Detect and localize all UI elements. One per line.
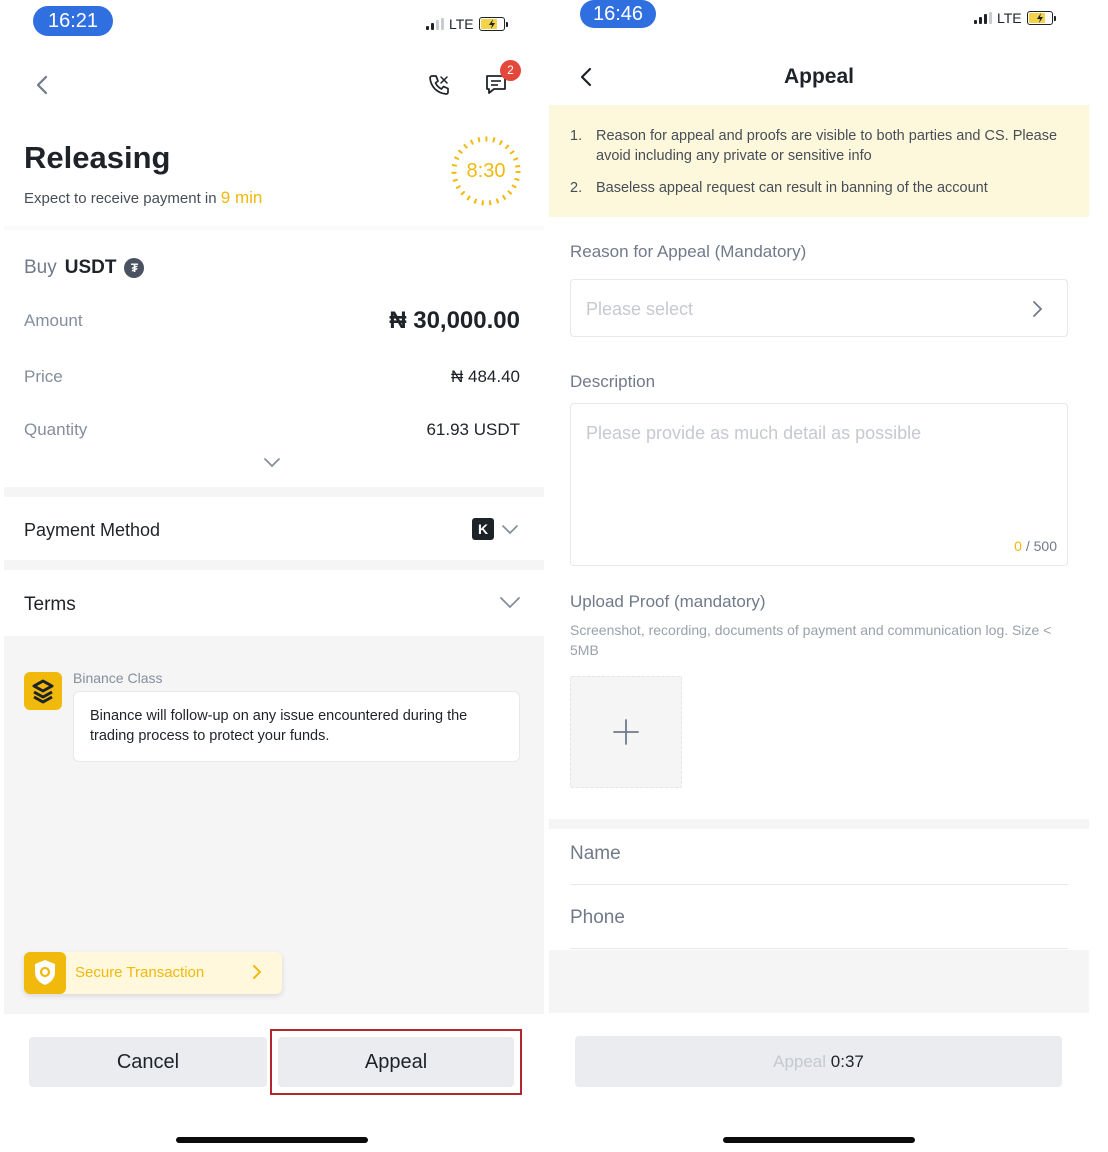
status-time: 16:21	[33, 6, 113, 36]
expand-chevron-icon[interactable]	[262, 452, 282, 472]
upload-label: Upload Proof (mandatory)	[570, 592, 766, 611]
expect-minutes: 9 min	[220, 188, 263, 207]
notice-number-2: 2.	[570, 180, 583, 196]
status-indicators: LTE	[974, 10, 1056, 26]
binance-class-label: Binance Class	[73, 670, 163, 686]
amount-label: Amount	[24, 311, 83, 330]
back-chevron-icon[interactable]	[30, 72, 56, 98]
amount-value: ₦ 30,000.00	[389, 307, 520, 334]
notice-text-1: Reason for appeal and proofs are visible…	[596, 128, 1058, 164]
binance-class-icon	[24, 672, 62, 710]
home-indicator	[723, 1137, 915, 1143]
page-title: Releasing	[24, 140, 171, 175]
divider	[549, 819, 1089, 829]
status-time: 16:46	[580, 0, 656, 28]
name-label: Name	[570, 843, 621, 864]
buy-heading: Buy USDT ₮	[24, 257, 145, 279]
highlight-annotation	[270, 1029, 522, 1095]
appeal-screen: 16:46 LTE Appeal 1. Reason for appeal an…	[549, 0, 1089, 1152]
submit-label: Appeal	[773, 1052, 827, 1071]
divider	[4, 560, 544, 570]
releasing-screen: 16:21 LTE 2 Releasing Expect to receive …	[4, 0, 544, 1152]
upload-hint: Screenshot, recording, documents of paym…	[570, 622, 1052, 658]
network-label: LTE	[997, 10, 1022, 26]
buy-label: Buy	[24, 257, 57, 278]
signal-icon	[426, 18, 444, 30]
notice-number-1: 1.	[570, 128, 583, 144]
secure-shield-icon	[24, 952, 66, 994]
terms-chevron-icon[interactable]	[498, 590, 522, 614]
status-indicators: LTE	[426, 16, 508, 32]
submit-appeal-button[interactable]: Appeal 0:37	[575, 1036, 1062, 1087]
home-indicator	[176, 1137, 368, 1143]
cancel-button[interactable]: Cancel	[29, 1037, 267, 1087]
submit-countdown: 0:37	[830, 1052, 864, 1071]
counter-max: / 500	[1025, 538, 1057, 554]
phone-field[interactable]: Phone	[570, 893, 1068, 949]
bottom-band	[549, 950, 1089, 1013]
reason-placeholder: Please select	[586, 299, 694, 319]
phone-label: Phone	[570, 907, 625, 928]
secure-transaction-label: Secure Transaction	[75, 964, 205, 981]
battery-icon	[1026, 11, 1056, 25]
kuda-bank-icon: K	[472, 518, 494, 540]
divider	[4, 226, 544, 230]
class-message-bubble: Binance will follow-up on any issue enco…	[73, 691, 520, 762]
price-value: ₦ 484.40	[451, 367, 520, 386]
expect-payment-text: Expect to receive payment in 9 min	[24, 188, 262, 208]
payment-dropdown-chevron-icon[interactable]	[500, 519, 520, 539]
notice-text-2: Baseless appeal request can result in ba…	[596, 180, 988, 196]
signal-icon	[974, 12, 992, 24]
tether-icon: ₮	[124, 258, 145, 278]
terms-label: Terms	[24, 594, 76, 615]
back-chevron-icon[interactable]	[574, 64, 600, 90]
divider	[4, 487, 544, 497]
buy-asset: USDT	[64, 257, 117, 278]
price-label: Price	[24, 367, 63, 386]
name-field[interactable]: Name	[570, 829, 1068, 885]
reason-select[interactable]: Please select	[570, 279, 1068, 337]
quantity-label: Quantity	[24, 420, 88, 439]
description-label: Description	[570, 372, 656, 391]
phone-call-icon[interactable]	[426, 72, 452, 98]
expect-prefix: Expect to receive payment in	[24, 190, 217, 207]
reason-label: Reason for Appeal (Mandatory)	[570, 242, 807, 261]
description-textarea[interactable]: Please provide as much detail as possibl…	[570, 403, 1068, 566]
payment-method-label: Payment Method	[24, 520, 161, 540]
character-counter: 0 / 500	[1014, 538, 1057, 554]
chevron-right-icon	[1033, 301, 1043, 317]
network-label: LTE	[449, 16, 474, 32]
timer-value: 8:30	[466, 160, 506, 182]
quantity-value: 61.93 USDT	[426, 420, 520, 439]
page-title: Appeal	[783, 65, 854, 88]
counter-current: 0	[1014, 538, 1022, 554]
description-placeholder: Please provide as much detail as possibl…	[586, 423, 922, 443]
chat-badge: 2	[500, 60, 521, 81]
battery-icon	[478, 17, 508, 31]
upload-proof-button[interactable]	[570, 676, 682, 788]
plus-icon	[613, 719, 639, 745]
countdown-timer: 8:30	[448, 133, 524, 209]
chevron-right-icon	[253, 965, 262, 979]
